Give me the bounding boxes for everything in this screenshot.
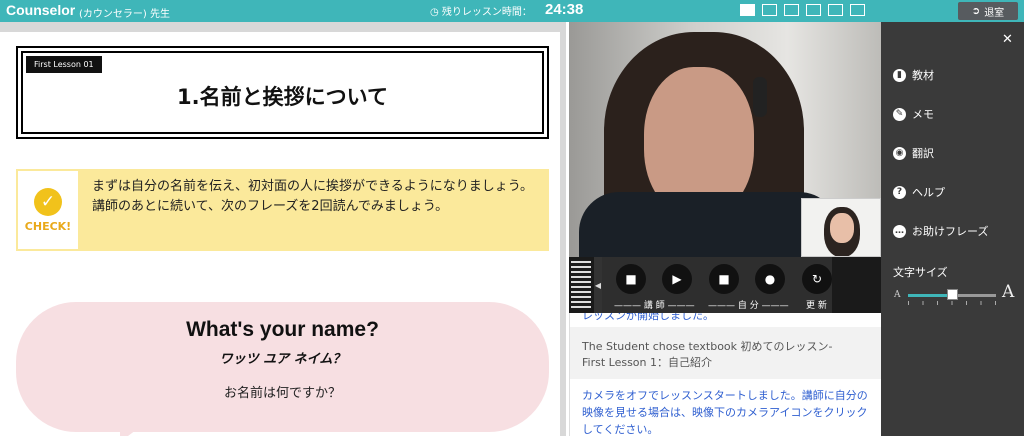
close-icon[interactable]: ✕ (1002, 32, 1013, 47)
slider-handle[interactable] (947, 289, 958, 300)
globe-icon: ◉ (893, 146, 906, 160)
layout-2-icon[interactable] (762, 4, 777, 16)
teacher-camera-button[interactable]: ■ (616, 264, 646, 294)
teacher-controls-label: ——— 講 師 ——— (614, 301, 695, 311)
chat-message: カメラをオフでレッスンスタートしました。講師に自分の映像を見せる場合は、映像下の… (582, 389, 868, 436)
self-mic-button[interactable]: ● (755, 264, 785, 294)
check-badge: ✓ CHECK! (18, 171, 78, 249)
checkmark-icon: ✓ (34, 187, 62, 216)
volume-meter (571, 261, 591, 309)
sidebar-item-textbook[interactable]: ▮ 教材 (893, 67, 934, 83)
refresh-label: 更 新 (806, 301, 827, 311)
chat-message: レッスンが開始しました。 (582, 313, 714, 322)
lesson-title: 1.名前と挨拶について (177, 85, 388, 109)
brand-name: Counselor (6, 2, 76, 18)
phrase-bubble-tail (120, 412, 160, 436)
check-box: ✓ CHECK! まずは自分の名前を伝え、初対面の人に挨拶ができるようになりまし… (16, 169, 549, 251)
edit-icon: ✎ (893, 107, 906, 121)
book-icon: ▮ (893, 68, 906, 82)
self-video (801, 198, 881, 257)
textbook-pane[interactable]: First Lesson 01 1.名前と挨拶について ✓ CHECK! まずは… (0, 22, 566, 436)
check-instructions: まずは自分の名前を伝え、初対面の人に挨拶ができるようになりましょう。 講師のあと… (92, 179, 533, 214)
sidebar-item-memo[interactable]: ✎ メモ (893, 106, 934, 122)
remaining-time-value: 24:38 (545, 1, 584, 18)
self-controls-label: ——— 自 分 ——— (708, 301, 789, 311)
layout-switcher (740, 4, 865, 16)
sidebar-item-help[interactable]: ? ヘルプ (893, 184, 945, 200)
textbook-page: First Lesson 01 1.名前と挨拶について ✓ CHECK! まずは… (0, 32, 560, 436)
layout-4-icon[interactable] (806, 4, 821, 16)
right-sidebar: ✕ ▮ 教材 ✎ メモ ◉ 翻訳 ? ヘルプ … お助けフレーズ 文字サイズ A… (881, 22, 1024, 436)
exit-button[interactable]: ➲ 退室 (958, 2, 1018, 20)
camera-icon: ■ (718, 272, 730, 286)
sidebar-item-translate[interactable]: ◉ 翻訳 (893, 145, 934, 161)
chat-bubble-icon: … (893, 224, 906, 238)
font-small-label: A (894, 290, 901, 300)
slider-ticks (908, 301, 996, 305)
remaining-time-label: ◷ 残りレッスン時間： (430, 7, 532, 18)
lesson-title-box: First Lesson 01 1.名前と挨拶について (16, 46, 549, 139)
camera-icon: ■ (625, 272, 637, 286)
phrase-katakana: ワッツ ユア ネイム？ (219, 352, 346, 367)
collapse-icon[interactable]: ◀ (594, 257, 602, 313)
brand-subtitle: (カウンセラー) 先生 (79, 9, 170, 20)
lesson-tag: First Lesson 01 (26, 56, 102, 73)
microphone-icon: ● (764, 272, 776, 286)
phrase-english: What's your name? (186, 318, 379, 341)
teacher-volume-button[interactable]: ▶ (662, 264, 692, 294)
font-large-label: A (1002, 282, 1015, 302)
sidebar-item-phrases[interactable]: … お助けフレーズ (893, 223, 988, 239)
speaker-icon: ▶ (672, 272, 682, 286)
font-size-slider[interactable] (908, 289, 996, 300)
chat-message: The Student chose textbook 初めてのレッスン- Fir… (570, 327, 881, 379)
exit-icon: ➲ (971, 5, 981, 17)
teacher-video (569, 22, 881, 257)
layout-6-icon[interactable] (850, 4, 865, 16)
check-label: CHECK! (24, 219, 72, 233)
video-controls: ◀ ■ ▶ ■ ● ↻ ——— 講 師 ——— ——— 自 分 ——— 更 新 (569, 257, 881, 313)
refresh-button[interactable]: ↻ (802, 264, 832, 294)
self-camera-button[interactable]: ■ (709, 264, 739, 294)
clock-icon: ◷ (430, 7, 439, 18)
layout-3-icon[interactable] (784, 4, 799, 16)
font-size-label: 文字サイズ (893, 266, 948, 279)
layout-5-icon[interactable] (828, 4, 843, 16)
headset (753, 77, 767, 117)
help-icon: ? (893, 185, 906, 199)
layout-1-icon[interactable] (740, 4, 755, 16)
chat-log[interactable]: レッスンが開始しました。 The Student chose textbook … (569, 313, 881, 436)
phrase-japanese: お名前は何ですか？ (223, 386, 341, 401)
refresh-icon: ↻ (811, 272, 823, 286)
top-bar: Counselor (カウンセラー) 先生 ◷ 残りレッスン時間： 24:38 … (0, 0, 1024, 22)
